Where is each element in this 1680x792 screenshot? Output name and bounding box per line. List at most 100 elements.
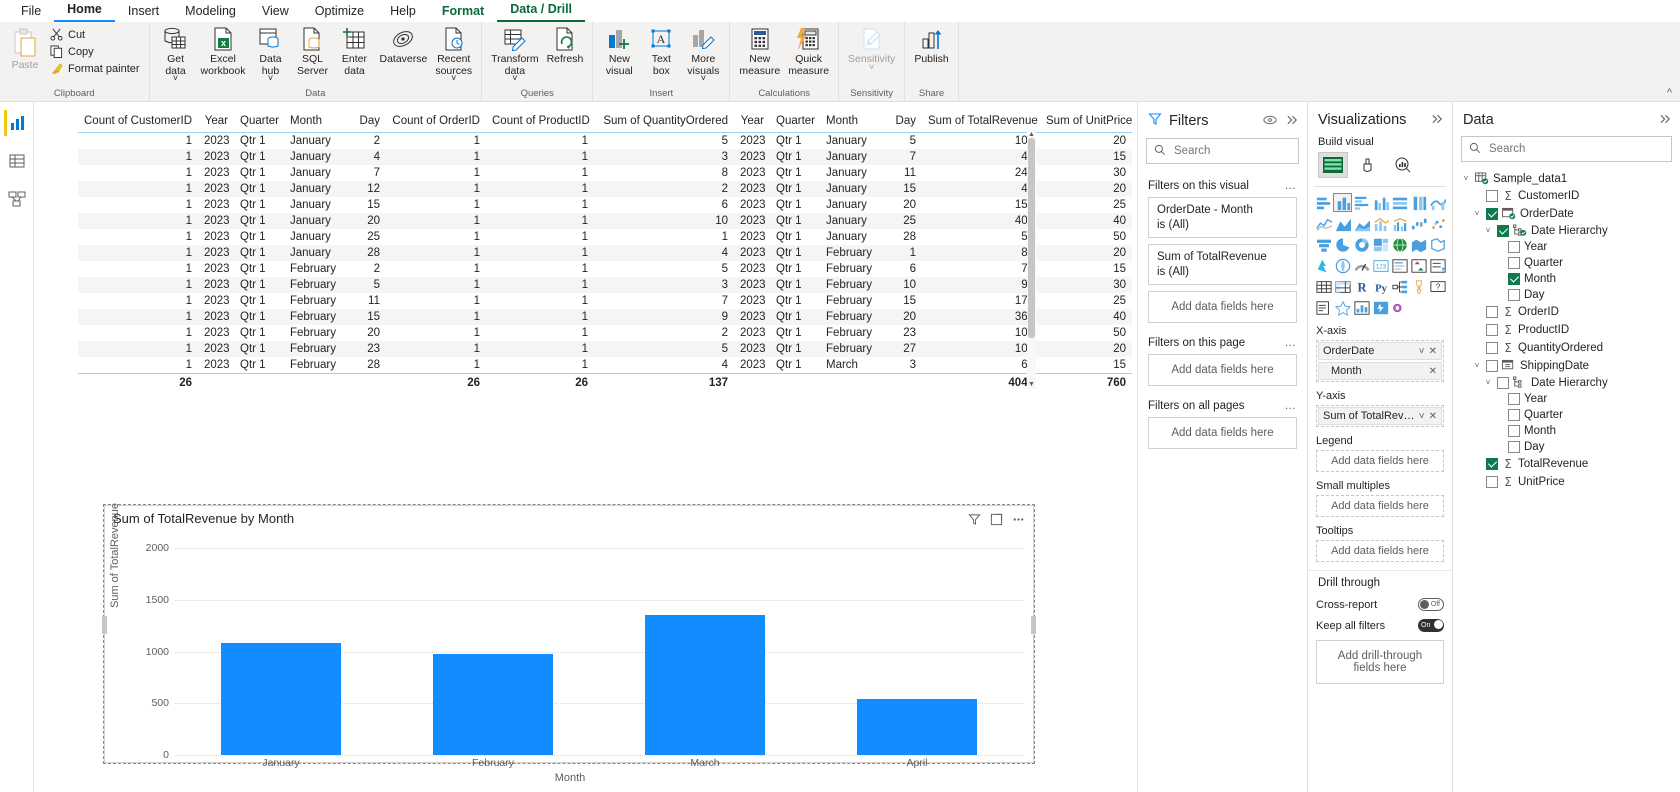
new-measure-button[interactable]: Newmeasure xyxy=(735,24,784,77)
data-field-row[interactable]: Year xyxy=(1461,239,1672,255)
card-icon[interactable]: 123 xyxy=(1371,256,1390,275)
filter-dropzone[interactable]: Add data fields here xyxy=(1148,291,1297,323)
gauge-icon[interactable] xyxy=(1352,256,1371,275)
100-stacked-bar-chart-icon[interactable] xyxy=(1390,193,1409,212)
more-options-icon[interactable]: … xyxy=(1285,337,1298,349)
x-tick-label[interactable]: April xyxy=(811,757,1023,769)
ribbon-tab-view[interactable]: View xyxy=(249,1,302,22)
clustered-bar-chart-icon[interactable] xyxy=(1352,193,1371,212)
decomposition-tree-icon[interactable] xyxy=(1390,277,1409,296)
matrix-icon[interactable] xyxy=(1333,277,1352,296)
100-stacked-column-chart-icon[interactable] xyxy=(1409,193,1428,212)
clustered-column-chart-icon[interactable] xyxy=(1371,193,1390,212)
data-field-row[interactable]: ˅Sample_data1 xyxy=(1461,170,1672,187)
chevrons-right-icon[interactable] xyxy=(1286,114,1299,129)
column-header[interactable]: Count of CustomerID xyxy=(78,112,198,133)
r-script-visual-icon[interactable]: R xyxy=(1352,277,1371,296)
ribbon-tab-optimize[interactable]: Optimize xyxy=(302,1,377,22)
bar-march[interactable] xyxy=(645,615,766,755)
chevron-down-icon[interactable]: ˅ xyxy=(1472,361,1482,370)
table-row[interactable]: 12023Qtr 1February111172023Qtr 1February… xyxy=(78,293,1132,309)
sidebar-item-model-view[interactable] xyxy=(4,186,30,212)
chevrons-right-icon[interactable] xyxy=(1431,113,1444,128)
more-visuals-button[interactable]: Morevisuals˅ xyxy=(682,24,724,85)
stacked-bar-chart-icon[interactable] xyxy=(1314,193,1333,212)
field-checkbox[interactable] xyxy=(1508,393,1520,405)
data-field-row[interactable]: ˅OrderDate xyxy=(1461,205,1672,222)
table-row[interactable]: 12023Qtr 1January41132023Qtr 1January745… xyxy=(78,149,1132,165)
field-checkbox[interactable] xyxy=(1497,377,1509,389)
arcgis-map-icon[interactable] xyxy=(1333,256,1352,275)
column-header[interactable]: Count of OrderID xyxy=(386,112,486,133)
field-checkbox[interactable] xyxy=(1508,257,1520,269)
filters-search-box[interactable] xyxy=(1146,138,1299,164)
chevron-down-icon[interactable]: ˅ xyxy=(1483,226,1493,235)
ribbon-tab-insert[interactable]: Insert xyxy=(115,1,172,22)
multi-row-card-icon[interactable] xyxy=(1390,256,1409,275)
table-row[interactable]: 12023Qtr 1January151162023Qtr 1January20… xyxy=(78,197,1132,213)
more-options-icon[interactable] xyxy=(1012,513,1025,526)
field-well-dropzone[interactable]: OrderDate˅✕ Month✕ xyxy=(1316,340,1444,382)
column-header[interactable]: Sum of QuantityOrdered xyxy=(594,112,734,133)
data-field-row[interactable]: ΣCustomerID xyxy=(1461,187,1672,205)
data-field-row[interactable]: ΣTotalRevenue xyxy=(1461,455,1672,473)
report-canvas[interactable]: Count of CustomerIDYearQuarterMonthDayCo… xyxy=(34,102,1137,792)
filter-card[interactable]: Sum of TotalRevenueis (All) xyxy=(1148,244,1297,285)
get-more-visuals-icon[interactable] xyxy=(1390,298,1409,317)
table-row[interactable]: 12023Qtr 1February281142023Qtr 1March360… xyxy=(78,357,1132,374)
data-field-row[interactable]: ΣOrderID xyxy=(1461,303,1672,321)
field-checkbox[interactable] xyxy=(1508,441,1520,453)
transform-data-button[interactable]: Transformdata˅ xyxy=(487,24,542,85)
data-field-row[interactable]: ˅Date Hierarchy xyxy=(1461,374,1672,391)
x-tick-label[interactable]: February xyxy=(387,757,599,769)
donut-chart-icon[interactable] xyxy=(1352,235,1371,254)
field-chip[interactable]: Sum of TotalRevenue˅✕ xyxy=(1318,407,1442,425)
field-checkbox[interactable] xyxy=(1508,425,1520,437)
toggle-switch[interactable]: On xyxy=(1418,619,1444,632)
data-field-row[interactable]: Quarter xyxy=(1461,407,1672,423)
ribbon-tab-modeling[interactable]: Modeling xyxy=(172,1,249,22)
table-row[interactable]: 12023Qtr 1February21152023Qtr 1February6… xyxy=(78,261,1132,277)
chevron-down-icon[interactable]: ˅ xyxy=(701,73,706,85)
resize-handle-left[interactable] xyxy=(102,616,107,634)
scrollbar-thumb[interactable] xyxy=(1028,138,1035,338)
field-checkbox[interactable] xyxy=(1486,342,1498,354)
table-row[interactable]: 12023Qtr 1January2011102023Qtr 1January2… xyxy=(78,213,1132,229)
field-checkbox[interactable] xyxy=(1497,225,1509,237)
data-table[interactable]: Count of CustomerIDYearQuarterMonthDayCo… xyxy=(78,112,1132,391)
sensitivity-button[interactable]: Sensitivity˅ xyxy=(844,24,899,73)
ribbon-chart-icon[interactable] xyxy=(1428,193,1447,212)
toggle-switch[interactable]: Off xyxy=(1418,598,1444,611)
x-tick-label[interactable]: March xyxy=(599,757,811,769)
table-row[interactable]: 12023Qtr 1February51132023Qtr 1February1… xyxy=(78,277,1132,293)
field-well-dropzone[interactable]: Add data fields here xyxy=(1316,450,1444,472)
remove-field-icon[interactable]: ✕ xyxy=(1429,411,1437,422)
data-search-input[interactable] xyxy=(1487,142,1664,156)
data-field-row[interactable]: Day xyxy=(1461,439,1672,455)
filter-icon[interactable] xyxy=(968,513,981,526)
column-header[interactable]: Day xyxy=(346,112,386,133)
table-row[interactable]: 12023Qtr 1January71182023Qtr 1January112… xyxy=(78,165,1132,181)
field-checkbox[interactable] xyxy=(1508,241,1520,253)
column-header[interactable]: Month xyxy=(820,112,882,133)
chevron-down-icon[interactable]: ˅ xyxy=(869,62,874,74)
field-checkbox[interactable] xyxy=(1486,360,1498,372)
data-field-row[interactable]: Month xyxy=(1461,271,1672,287)
line-stacked-column-icon[interactable] xyxy=(1371,214,1390,233)
data-hub-button[interactable]: Datahub˅ xyxy=(249,24,291,85)
shape-map-icon[interactable] xyxy=(1428,235,1447,254)
enter-data-button[interactable]: Enterdata xyxy=(333,24,375,77)
column-header[interactable]: Quarter xyxy=(234,112,284,133)
kpi-icon[interactable] xyxy=(1409,256,1428,275)
table-row[interactable]: 12023Qtr 1February201122023Qtr 1February… xyxy=(78,325,1132,341)
publish-button[interactable]: Publish xyxy=(910,24,952,66)
field-chip[interactable]: Month✕ xyxy=(1318,362,1442,380)
ribbon-tab-help[interactable]: Help xyxy=(377,1,429,22)
table-row[interactable]: 12023Qtr 1January121122023Qtr 1January15… xyxy=(78,181,1132,197)
power-apps-icon[interactable] xyxy=(1352,298,1371,317)
column-header[interactable]: Quarter xyxy=(770,112,820,133)
field-chip[interactable]: OrderDate˅✕ xyxy=(1318,342,1442,360)
column-header[interactable]: Count of ProductID xyxy=(486,112,594,133)
cut-button[interactable]: Cut xyxy=(45,26,144,43)
scatter-chart-icon[interactable] xyxy=(1428,214,1447,233)
